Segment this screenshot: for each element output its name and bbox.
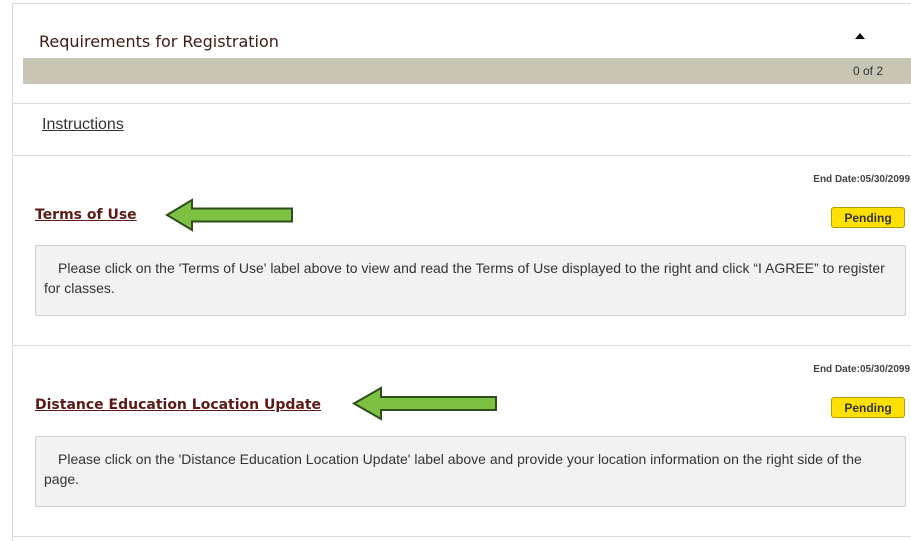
divider	[13, 345, 911, 346]
distance-education-location-update-link[interactable]: Distance Education Location Update	[35, 397, 321, 413]
progress-fill	[23, 58, 911, 84]
caret-up-icon[interactable]	[855, 33, 865, 39]
divider	[13, 103, 911, 104]
requirement-description: Please click on the 'Distance Education …	[35, 436, 906, 507]
progress-bar: 0 of 2	[23, 58, 911, 84]
end-date: End Date:05/30/2099	[813, 364, 910, 375]
panel-title: Requirements for Registration	[39, 32, 279, 51]
green-left-arrow-icon	[352, 386, 497, 421]
status-badge: Pending	[831, 397, 905, 418]
progress-text: 0 of 2	[852, 64, 883, 78]
instructions-link[interactable]: Instructions	[42, 116, 124, 134]
end-date: End Date:05/30/2099	[813, 174, 910, 185]
description-text: Please click on the 'Distance Education …	[44, 451, 862, 487]
terms-of-use-link[interactable]: Terms of Use	[35, 207, 137, 223]
divider	[13, 155, 911, 156]
status-badge: Pending	[831, 207, 905, 228]
divider	[13, 536, 911, 537]
requirement-description: Please click on the 'Terms of Use' label…	[35, 245, 906, 316]
description-text: Please click on the 'Terms of Use' label…	[44, 260, 885, 296]
green-left-arrow-icon	[165, 198, 293, 232]
requirements-panel: Requirements for Registration 0 of 2 Ins…	[12, 3, 911, 541]
